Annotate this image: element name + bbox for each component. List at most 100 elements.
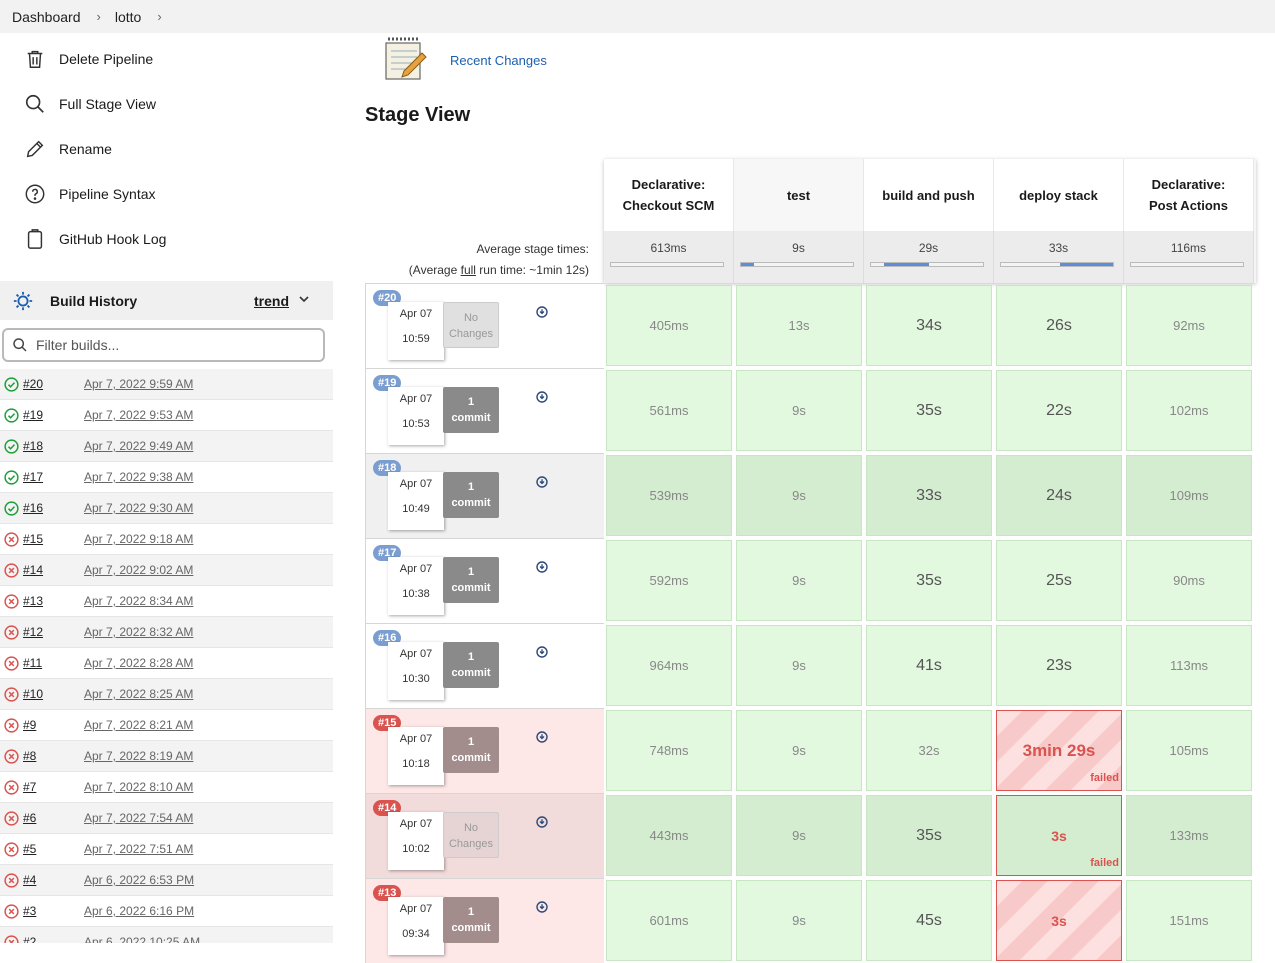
stage-cell[interactable]: 9s <box>736 880 862 961</box>
run-download[interactable] <box>536 560 548 578</box>
stage-cell[interactable]: 964ms <box>606 625 732 706</box>
stage-cell[interactable]: 443ms <box>606 795 732 876</box>
run-download[interactable] <box>536 815 548 833</box>
stage-cell[interactable]: 113ms <box>1126 625 1252 706</box>
build-number-link[interactable]: #5 <box>23 842 36 856</box>
stage-cell[interactable]: 45s <box>866 880 992 961</box>
build-number-link[interactable]: #17 <box>23 470 43 484</box>
filter-builds-input[interactable]: Filter builds... <box>2 328 325 362</box>
build-number-link[interactable]: #3 <box>23 904 36 918</box>
build-number-link[interactable]: #19 <box>23 408 43 422</box>
full-run-link[interactable]: full <box>461 263 476 277</box>
build-date-link[interactable]: Apr 7, 2022 9:59 AM <box>84 377 193 391</box>
pipeline-syntax-link[interactable]: Pipeline Syntax <box>24 179 156 209</box>
github-hook-log-link[interactable]: GitHub Hook Log <box>24 224 166 254</box>
stage-cell[interactable]: 3s failed <box>996 795 1122 876</box>
stage-cell[interactable]: 35s <box>866 540 992 621</box>
build-number-link[interactable]: #16 <box>23 501 43 515</box>
build-number-link[interactable]: #12 <box>23 625 43 639</box>
recent-changes-link[interactable]: Recent Changes <box>450 53 547 68</box>
build-number-link[interactable]: #6 <box>23 811 36 825</box>
build-date-link[interactable]: Apr 7, 2022 9:18 AM <box>84 532 193 546</box>
build-date-link[interactable]: Apr 7, 2022 8:25 AM <box>84 687 193 701</box>
build-date-link[interactable]: Apr 7, 2022 8:19 AM <box>84 749 193 763</box>
build-date-link[interactable]: Apr 6, 2022 10:25 AM <box>84 935 200 943</box>
run-changes[interactable]: 1 commit <box>443 387 499 433</box>
chevron-down-icon[interactable] <box>298 293 310 305</box>
build-number-link[interactable]: #18 <box>23 439 43 453</box>
stage-cell[interactable]: 34s <box>866 285 992 366</box>
build-number-link[interactable]: #15 <box>23 532 43 546</box>
breadcrumb-lotto[interactable]: lotto <box>115 9 141 25</box>
stage-cell[interactable]: 102ms <box>1126 370 1252 451</box>
stage-cell[interactable]: 23s <box>996 625 1122 706</box>
stage-cell[interactable]: 92ms <box>1126 285 1252 366</box>
full-stage-view-link[interactable]: Full Stage View <box>24 89 156 119</box>
stage-cell[interactable]: 13s <box>736 285 862 366</box>
stage-cell[interactable]: 3min 29s failed <box>996 710 1122 791</box>
run-changes[interactable]: 1 commit <box>443 472 499 518</box>
stage-cell[interactable]: 748ms <box>606 710 732 791</box>
build-number-link[interactable]: #10 <box>23 687 43 701</box>
build-number-link[interactable]: #20 <box>23 377 43 391</box>
stage-cell[interactable]: 9s <box>736 625 862 706</box>
stage-cell[interactable]: 151ms <box>1126 880 1252 961</box>
stage-cell[interactable]: 561ms <box>606 370 732 451</box>
delete-pipeline-link[interactable]: Delete Pipeline <box>24 44 153 74</box>
stage-cell[interactable]: 9s <box>736 540 862 621</box>
build-date-link[interactable]: Apr 7, 2022 9:02 AM <box>84 563 193 577</box>
stage-cell[interactable]: 109ms <box>1126 455 1252 536</box>
stage-cell[interactable]: 9s <box>736 370 862 451</box>
build-date-link[interactable]: Apr 6, 2022 6:16 PM <box>84 904 194 918</box>
build-number-link[interactable]: #8 <box>23 749 36 763</box>
build-date-link[interactable]: Apr 7, 2022 7:51 AM <box>84 842 193 856</box>
stage-cell[interactable]: 133ms <box>1126 795 1252 876</box>
stage-cell[interactable]: 9s <box>736 455 862 536</box>
run-changes[interactable]: 1 commit <box>443 557 499 603</box>
stage-cell[interactable]: 32s <box>866 710 992 791</box>
stage-cell[interactable]: 25s <box>996 540 1122 621</box>
build-number-link[interactable]: #9 <box>23 718 36 732</box>
stage-cell[interactable]: 41s <box>866 625 992 706</box>
stage-cell[interactable]: 35s <box>866 795 992 876</box>
run-download[interactable] <box>536 900 548 918</box>
run-download[interactable] <box>536 645 548 663</box>
build-number-link[interactable]: #2 <box>23 935 36 943</box>
build-date-link[interactable]: Apr 7, 2022 8:10 AM <box>84 780 193 794</box>
run-changes[interactable]: 1 commit <box>443 642 499 688</box>
build-date-link[interactable]: Apr 7, 2022 8:34 AM <box>84 594 193 608</box>
build-number-link[interactable]: #11 <box>23 656 42 670</box>
stage-cell[interactable]: 26s <box>996 285 1122 366</box>
build-number-link[interactable]: #4 <box>23 873 36 887</box>
stage-cell[interactable]: 3s <box>996 880 1122 961</box>
stage-cell[interactable]: 22s <box>996 370 1122 451</box>
stage-cell[interactable]: 105ms <box>1126 710 1252 791</box>
stage-cell[interactable]: 35s <box>866 370 992 451</box>
build-date-link[interactable]: Apr 6, 2022 6:53 PM <box>84 873 194 887</box>
stage-cell[interactable]: 9s <box>736 795 862 876</box>
build-number-link[interactable]: #14 <box>23 563 43 577</box>
chevron-right-icon[interactable]: › <box>157 9 161 24</box>
build-date-link[interactable]: Apr 7, 2022 7:54 AM <box>84 811 193 825</box>
build-date-link[interactable]: Apr 7, 2022 9:49 AM <box>84 439 193 453</box>
run-download[interactable] <box>536 730 548 748</box>
run-changes[interactable]: 1 commit <box>443 897 499 943</box>
trend-link[interactable]: trend <box>254 293 289 309</box>
build-date-link[interactable]: Apr 7, 2022 9:38 AM <box>84 470 193 484</box>
stage-cell[interactable]: 33s <box>866 455 992 536</box>
stage-cell[interactable]: 601ms <box>606 880 732 961</box>
stage-cell[interactable]: 9s <box>736 710 862 791</box>
run-download[interactable] <box>536 390 548 408</box>
run-download[interactable] <box>536 305 548 323</box>
breadcrumb-dashboard[interactable]: Dashboard <box>12 9 81 25</box>
stage-cell[interactable]: 24s <box>996 455 1122 536</box>
stage-cell[interactable]: 539ms <box>606 455 732 536</box>
build-number-link[interactable]: #13 <box>23 594 43 608</box>
stage-cell[interactable]: 90ms <box>1126 540 1252 621</box>
run-download[interactable] <box>536 475 548 493</box>
stage-cell[interactable]: 592ms <box>606 540 732 621</box>
build-date-link[interactable]: Apr 7, 2022 9:53 AM <box>84 408 193 422</box>
build-date-link[interactable]: Apr 7, 2022 9:30 AM <box>84 501 193 515</box>
build-date-link[interactable]: Apr 7, 2022 8:28 AM <box>84 656 193 670</box>
build-date-link[interactable]: Apr 7, 2022 8:32 AM <box>84 625 193 639</box>
